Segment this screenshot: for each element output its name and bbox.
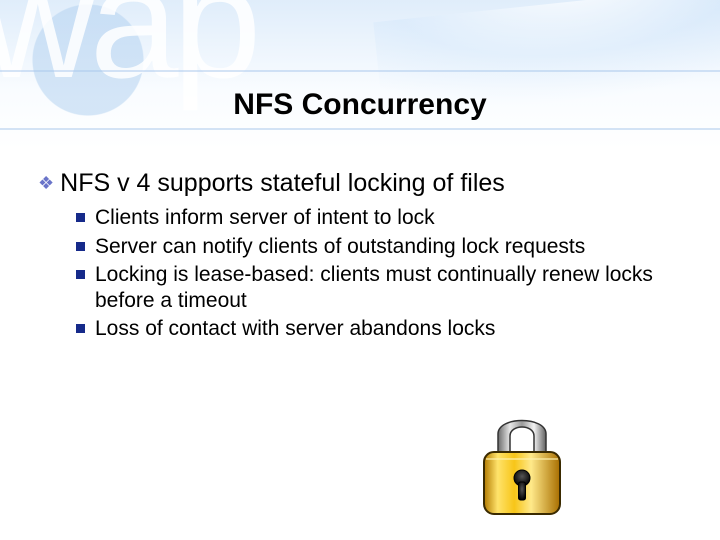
background-stripe [0,70,720,72]
sub-point-text: Locking is lease-based: clients must con… [95,262,680,315]
square-bullet-icon [76,324,85,333]
square-bullet-icon [76,213,85,222]
slide: wap NFS Concurrency ❖ NFS v 4 supports s… [0,0,720,540]
bullet-level2: Loss of contact with server abandons loc… [76,316,680,342]
bullet-level2: Locking is lease-based: clients must con… [76,262,680,315]
sub-bullet-list: Clients inform server of intent to lock … [76,205,680,342]
title-band: NFS Concurrency [0,80,720,130]
bullet-level2: Server can notify clients of outstanding… [76,234,680,260]
lock-icon [472,402,572,520]
diamond-bullet-icon: ❖ [38,174,54,192]
slide-body: ❖ NFS v 4 supports stateful locking of f… [38,168,680,345]
square-bullet-icon [76,242,85,251]
sub-point-text: Loss of contact with server abandons loc… [95,316,495,342]
bullet-level1: ❖ NFS v 4 supports stateful locking of f… [38,168,680,199]
main-point-text: NFS v 4 supports stateful locking of fil… [60,168,505,199]
slide-title: NFS Concurrency [233,88,486,122]
sub-point-text: Server can notify clients of outstanding… [95,234,585,260]
bullet-level2: Clients inform server of intent to lock [76,205,680,231]
square-bullet-icon [76,270,85,279]
sub-point-text: Clients inform server of intent to lock [95,205,435,231]
